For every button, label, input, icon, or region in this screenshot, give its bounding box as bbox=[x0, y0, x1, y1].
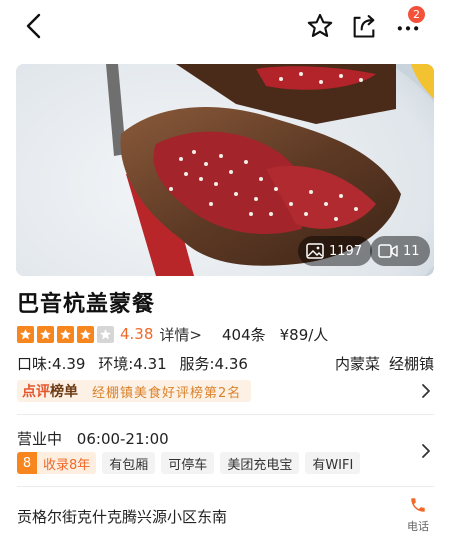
years-listed-badge: 8 收录8年 bbox=[17, 452, 97, 474]
rating-star-icon bbox=[77, 325, 94, 343]
ranking-badge: 点评榜单 经棚镇美食好评榜第2名 bbox=[17, 380, 252, 402]
divider bbox=[17, 414, 434, 415]
phone-button[interactable]: 电话 bbox=[398, 496, 438, 536]
facility-tags[interactable]: 8 收录8年 有包厢 可停车 美团充电宝 有WIFI bbox=[17, 452, 361, 474]
facility-tag: 可停车 bbox=[161, 452, 215, 474]
business-status: 营业中 bbox=[17, 430, 63, 448]
sub-scores-row: 口味:4.39 环境:4.31 服务:4.36 内蒙菜 经棚镇 bbox=[17, 353, 435, 375]
environment-score: 环境:4.31 bbox=[98, 355, 167, 373]
image-icon bbox=[306, 243, 324, 259]
video-count: 11 bbox=[403, 243, 420, 259]
taste-score: 口味:4.39 bbox=[17, 355, 86, 373]
facility-tag: 有WIFI bbox=[305, 452, 361, 474]
phone-icon bbox=[411, 498, 425, 512]
rating-score: 4.38 bbox=[120, 325, 154, 343]
chevron-right-icon bbox=[419, 380, 433, 402]
rating-star-icon bbox=[17, 325, 34, 343]
facility-tag: 有包厢 bbox=[102, 452, 156, 474]
photo-count-button[interactable]: 1197 bbox=[298, 236, 373, 266]
share-button[interactable] bbox=[348, 10, 380, 42]
rating-detail-link[interactable]: 详情> bbox=[159, 324, 202, 345]
video-icon bbox=[378, 244, 398, 258]
price-per-person: ¥89/人 bbox=[279, 325, 329, 344]
photo-count: 1197 bbox=[329, 243, 363, 259]
rating-star-icon bbox=[97, 325, 114, 343]
video-count-button[interactable]: 11 bbox=[370, 236, 430, 266]
shop-name: 巴音杭盖蒙餐 bbox=[17, 292, 156, 317]
years-number: 8 bbox=[17, 452, 37, 474]
years-label: 收录8年 bbox=[37, 452, 97, 474]
chevron-right-icon[interactable] bbox=[419, 440, 433, 462]
notification-badge: 2 bbox=[408, 6, 425, 23]
area-name[interactable]: 经棚镇 bbox=[389, 353, 434, 374]
rating-star-icon bbox=[57, 325, 74, 343]
business-hours[interactable]: 营业中 06:00-21:00 bbox=[17, 428, 179, 449]
back-button[interactable] bbox=[18, 10, 50, 42]
review-count[interactable]: 404条 bbox=[222, 324, 266, 345]
top-nav-bar: 2 bbox=[0, 0, 450, 52]
facility-tag: 美团充电宝 bbox=[220, 452, 300, 474]
share-icon bbox=[353, 15, 375, 38]
chevron-left-icon bbox=[26, 13, 41, 39]
favorite-button[interactable] bbox=[304, 10, 336, 42]
phone-label: 电话 bbox=[407, 520, 429, 533]
rating-row: 4.38 详情> 404条 ¥89/人 bbox=[17, 323, 328, 345]
rating-star-icon bbox=[37, 325, 54, 343]
service-score: 服务:4.36 bbox=[179, 355, 248, 373]
hours-range: 06:00-21:00 bbox=[76, 430, 169, 448]
cuisine-category[interactable]: 内蒙菜 bbox=[335, 353, 380, 374]
ranking-row[interactable]: 点评榜单 经棚镇美食好评榜第2名 bbox=[17, 380, 435, 402]
shop-photo-gallery[interactable]: 1197 11 bbox=[16, 64, 434, 276]
divider bbox=[17, 486, 434, 487]
shop-address[interactable]: 贡格尔街克什克腾兴源小区东南 bbox=[17, 506, 227, 527]
ranking-text: 经棚镇美食好评榜第2名 bbox=[92, 385, 242, 401]
ranking-tag: 点评榜单 bbox=[22, 384, 78, 400]
sub-scores: 口味:4.39 环境:4.31 服务:4.36 bbox=[17, 353, 248, 374]
star-outline-icon bbox=[307, 13, 333, 37]
rating-stars bbox=[17, 325, 114, 343]
